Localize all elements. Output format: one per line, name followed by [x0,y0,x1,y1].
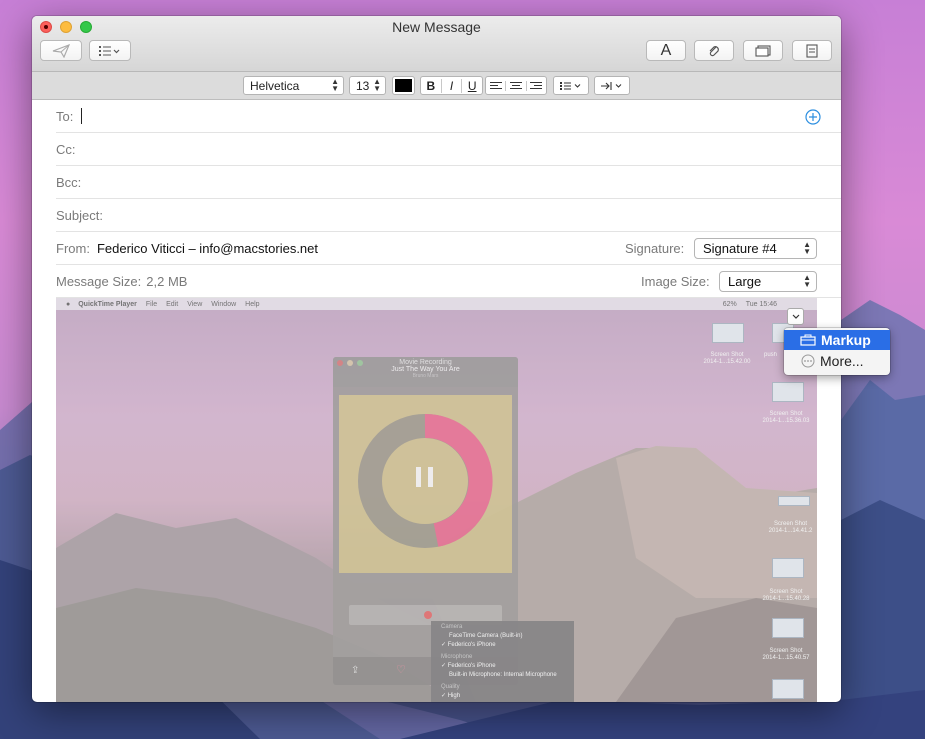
font-family-value: Helvetica [250,78,300,93]
markup-chevron-button[interactable] [787,308,804,325]
font-size-popup[interactable]: 13 ▲ ▼ [349,76,386,95]
signature-value: Signature #4 [703,241,777,256]
align-left-icon [489,81,502,89]
header-fields-button[interactable] [89,40,131,61]
style-segmented-control: B I U [420,76,483,95]
markup-label: Markup [821,332,871,348]
font-size-value: 13 [356,78,370,93]
bulleted-list-icon [560,81,581,90]
more-menu-item[interactable]: More... [784,351,890,371]
image-size-value: Large [728,274,762,289]
add-contact-icon[interactable] [805,109,821,125]
format-fonts-button[interactable]: A [646,40,686,61]
paperclip-icon [709,45,719,56]
photo-browser-icon [755,44,771,57]
attach-button[interactable] [694,40,734,61]
image-size-popup[interactable]: Large ▲ ▼ [719,271,817,292]
font-family-popup[interactable]: Helvetica ▲ ▼ [243,76,344,95]
window-title: New Message [392,19,481,35]
cc-field-row[interactable]: Cc: [56,133,841,166]
attached-screenshot-image[interactable]: ● QuickTime Player File Edit View Window… [56,298,817,702]
color-swatch [395,79,412,92]
stationery-icon [806,43,818,58]
photo-browser-button[interactable] [743,40,783,61]
to-label: To: [56,108,74,124]
more-icon [801,354,815,368]
popup-arrows-icon: ▲ ▼ [803,240,811,256]
bcc-field-row[interactable]: Bcc: [56,166,841,199]
paper-plane-icon [52,43,70,58]
align-right-icon [530,81,543,89]
subject-field-row[interactable]: Subject: [56,199,841,232]
chevron-down-icon [792,314,799,319]
italic-button[interactable]: I [442,78,463,93]
markup-menu-item[interactable]: Markup [784,330,890,350]
message-size-label: Message Size: [56,273,142,289]
toolbox-icon [800,334,816,346]
from-account-value[interactable]: Federico Viticci – info@macstories.net [97,241,318,256]
from-label: From: [56,240,90,256]
from-field-row: From: Federico Viticci – info@macstories… [56,232,841,265]
align-center-button[interactable] [506,80,527,91]
image-dim-overlay [56,298,817,702]
text-color-well[interactable] [392,76,415,95]
align-right-button[interactable] [527,81,546,91]
to-input-caret[interactable] [81,108,83,124]
subject-label: Subject: [56,207,103,223]
popup-arrows-icon: ▲ ▼ [803,273,811,289]
image-size-label: Image Size: [641,273,710,289]
bold-button[interactable]: B [421,78,442,93]
send-button[interactable] [40,40,82,61]
signature-label: Signature: [625,240,685,256]
markup-menu: Markup More... [784,328,890,375]
format-bar: Helvetica ▲ ▼ 13 ▲ ▼ B I U [32,72,841,100]
list-icon [99,45,120,56]
message-size-value: 2,2 MB [146,273,188,289]
align-center-icon [509,81,522,89]
underline-button[interactable]: U [462,79,482,93]
mail-compose-window: New Message A Helvetica ▲ ▼ 13 ▲ ▼ B I U… [32,16,841,702]
indent-popup[interactable] [594,76,630,95]
indent-icon [601,81,622,90]
size-row: Message Size: 2,2 MB Image Size: Large ▲… [56,265,841,298]
popup-arrows-icon: ▲ ▼ [331,77,339,93]
stationery-button[interactable] [792,40,832,61]
to-field-row: To: [56,100,841,133]
popup-arrows-icon: ▲ ▼ [373,77,381,93]
titlebar: New Message A [32,16,841,72]
alignment-segmented-control [485,76,547,95]
align-left-button[interactable] [486,80,507,91]
bcc-label: Bcc: [56,174,82,190]
list-style-popup[interactable] [553,76,589,95]
signature-popup[interactable]: Signature #4 ▲ ▼ [694,238,817,259]
cc-label: Cc: [56,141,76,157]
more-label: More... [820,353,864,369]
